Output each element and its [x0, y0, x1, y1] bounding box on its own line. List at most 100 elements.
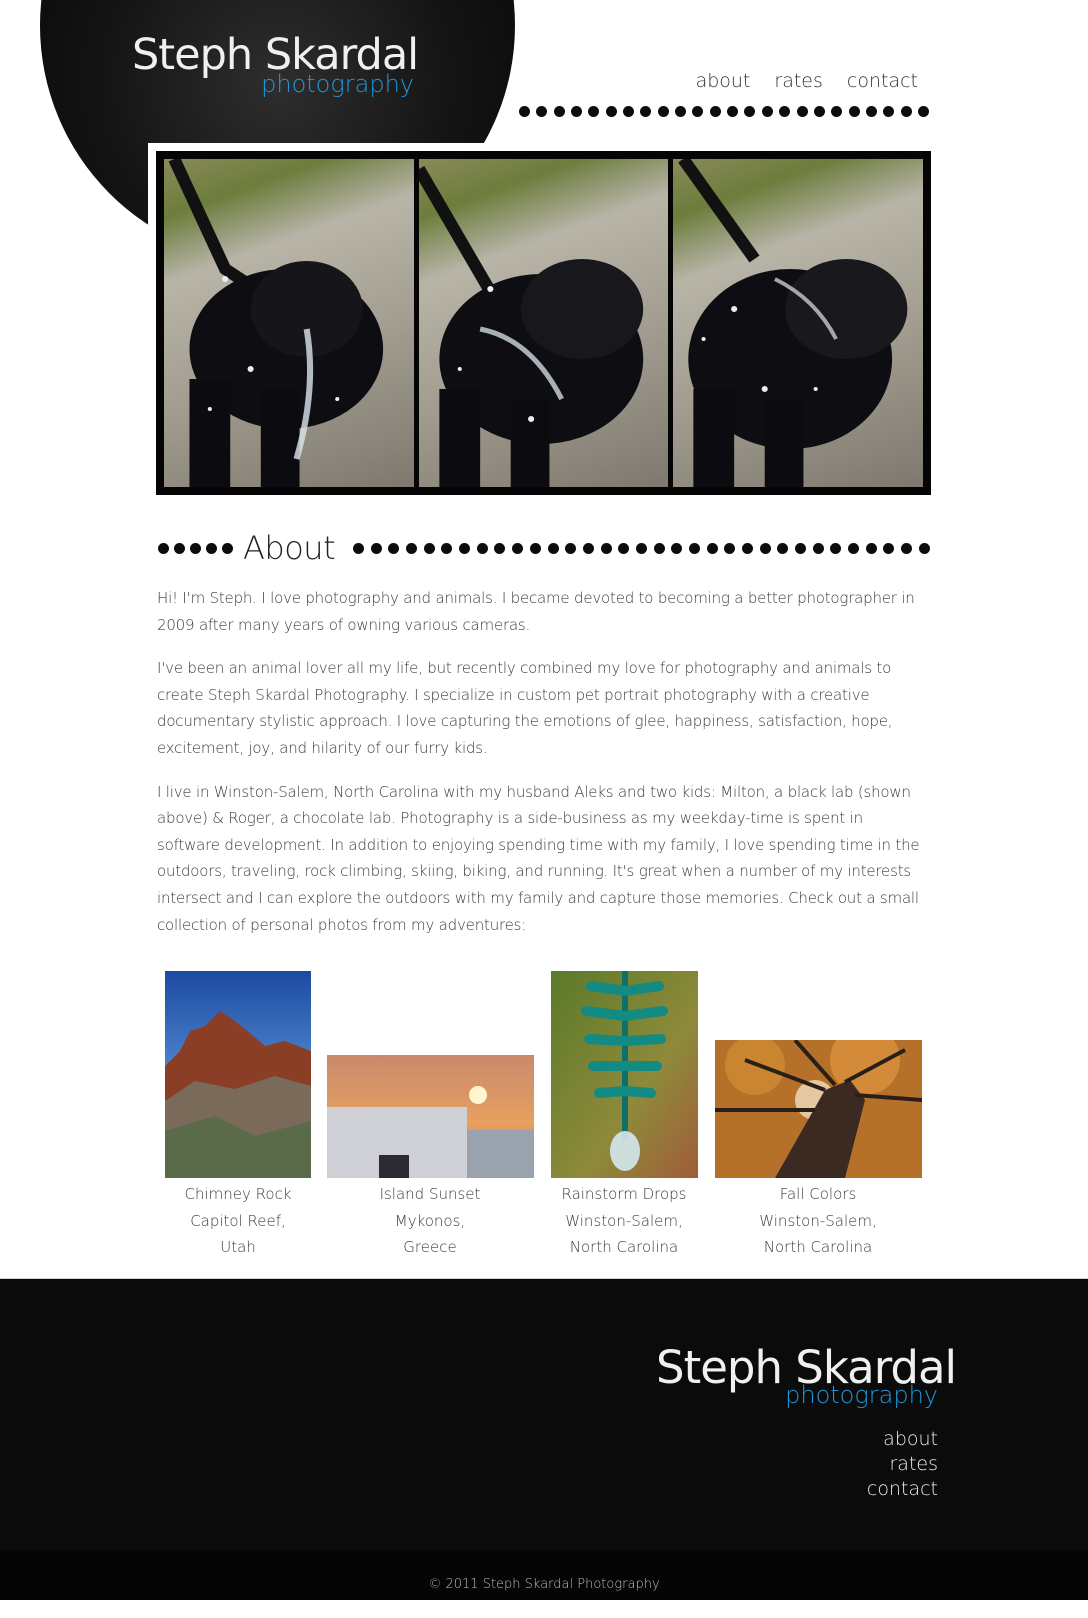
about-paragraph: I live in Winston-Salem, North Carolina …: [157, 782, 920, 934]
divider-dot: [547, 542, 559, 554]
divider-dot: [423, 542, 435, 554]
gallery-caption-1: Chimney Rock Capitol Reef, Utah: [158, 1181, 318, 1261]
divider-dot: [865, 106, 877, 117]
divider-dot: [565, 542, 577, 554]
divider-dot: [671, 542, 683, 554]
divider-dot: [830, 542, 842, 554]
gallery-caption-4: Fall Colors Winston-Salem, North Carolin…: [718, 1181, 918, 1261]
hero-photo-1: [164, 159, 414, 487]
caption-location: Greece: [403, 1238, 457, 1257]
about-paragraph: Hi! I'm Steph. I love photography and an…: [157, 589, 915, 634]
divider-dot: [582, 542, 594, 554]
heading-dots-left: [158, 542, 233, 554]
footer-logo[interactable]: Steph Skardal photography: [656, 1341, 957, 1421]
footer-nav: about rates contact: [867, 1427, 938, 1502]
divider-dot: [519, 106, 530, 117]
divider-dot: [529, 542, 541, 554]
divider-dot: [623, 106, 635, 117]
gallery-photo-rainstorm-drops[interactable]: [551, 971, 698, 1178]
divider-dot: [441, 542, 453, 554]
logo-tagline: photography: [261, 70, 414, 98]
divider-dot: [512, 542, 524, 554]
divider-dot: [794, 542, 806, 554]
caption-title: Chimney Rock: [184, 1185, 292, 1203]
divider-dot: [709, 106, 721, 117]
divider-dot: [692, 106, 704, 117]
main-nav: about rates contact: [696, 70, 918, 92]
caption-location: Winston-Salem,: [759, 1211, 877, 1230]
heading-dots-right: [353, 542, 930, 554]
divider-dot: [688, 542, 700, 554]
divider-dot: [553, 106, 565, 117]
divider-dot: [796, 106, 808, 117]
gallery-caption-3: Rainstorm Drops Winston-Salem, North Car…: [524, 1181, 724, 1261]
hero-photo-3: [673, 159, 924, 487]
caption-title: Rainstorm Drops: [561, 1185, 687, 1203]
site-footer: Steph Skardal photography about rates co…: [0, 1278, 1088, 1551]
gallery-photo-fall-colors[interactable]: [715, 1040, 922, 1178]
divider-dot: [635, 542, 647, 554]
caption-location: Winston-Salem,: [565, 1211, 683, 1230]
divider-dot: [588, 106, 600, 117]
caption-title: Island Sunset: [379, 1185, 481, 1203]
divider-dot: [653, 542, 665, 554]
divider-dot: [812, 542, 824, 554]
footer-about-link[interactable]: about: [867, 1427, 938, 1452]
footer-logo-tagline: photography: [785, 1381, 938, 1409]
nav-contact-link[interactable]: contact: [847, 70, 918, 92]
footer-contact-link[interactable]: contact: [867, 1477, 938, 1502]
caption-location: Mykonos,: [394, 1211, 466, 1230]
divider-dot: [918, 542, 930, 554]
about-paragraph: I've been an animal lover all my life, b…: [157, 659, 893, 757]
nav-rates-link[interactable]: rates: [774, 70, 823, 92]
divider-dot: [657, 106, 669, 117]
divider-dot: [476, 542, 488, 554]
divider-dot: [917, 106, 929, 117]
hero-photo-strip: [156, 151, 931, 495]
divider-dot: [813, 106, 825, 117]
divider-dot: [370, 542, 382, 554]
divider-dot: [900, 106, 912, 117]
divider-dot: [848, 106, 860, 117]
copyright-bar: © 2011 Steph Skardal Photography: [0, 1550, 1088, 1600]
divider-dot: [706, 542, 718, 554]
divider-dot: [388, 542, 400, 554]
caption-location: North Carolina: [763, 1238, 873, 1257]
divider-dot: [640, 106, 652, 117]
hero-photo-2: [418, 159, 669, 487]
divider-dot: [761, 106, 773, 117]
divider-dot: [406, 542, 418, 554]
divider-dot: [494, 542, 506, 554]
divider-dot: [724, 542, 736, 554]
nav-about-link[interactable]: about: [696, 70, 751, 92]
site-logo[interactable]: Steph Skardal photography: [132, 30, 419, 110]
copyright-text: © 2011 Steph Skardal Photography: [428, 1577, 660, 1592]
gallery-photo-island-sunset[interactable]: [327, 1055, 534, 1178]
divider-dot: [605, 106, 617, 117]
divider-dot: [600, 542, 612, 554]
divider-dot: [847, 542, 859, 554]
divider-dot: [741, 542, 753, 554]
divider-dot: [536, 106, 548, 117]
divider-dot: [571, 106, 583, 117]
divider-dot: [865, 542, 877, 554]
about-content: Hi! I'm Steph. I love photography and an…: [157, 585, 920, 955]
about-section-heading: About: [158, 528, 930, 568]
caption-title: Fall Colors: [779, 1185, 857, 1203]
divider-dot: [883, 542, 895, 554]
caption-location: Capitol Reef,: [190, 1211, 286, 1230]
divider-dot: [777, 542, 789, 554]
divider-dot: [459, 542, 471, 554]
gallery-photo-chimney-rock[interactable]: [165, 971, 311, 1178]
divider-dot: [759, 542, 771, 554]
divider-dot: [618, 542, 630, 554]
caption-location: Utah: [220, 1238, 256, 1257]
divider-dot: [779, 106, 791, 117]
footer-rates-link[interactable]: rates: [867, 1452, 939, 1477]
divider-dot: [831, 106, 843, 117]
about-title: About: [243, 529, 336, 567]
caption-location: North Carolina: [569, 1238, 679, 1257]
divider-dot: [727, 106, 739, 117]
gallery-caption-2: Island Sunset Mykonos, Greece: [330, 1181, 530, 1261]
divider-dot: [675, 106, 687, 117]
